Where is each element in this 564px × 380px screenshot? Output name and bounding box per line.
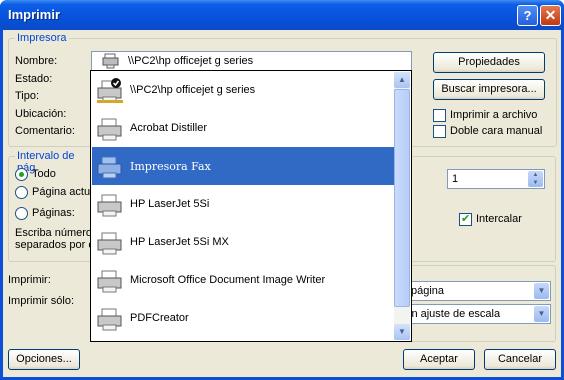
copies-value: 1	[452, 173, 459, 185]
location-label: Ubicación:	[15, 108, 67, 120]
print-only-label: Imprimir sólo:	[8, 295, 75, 307]
cancel-button[interactable]: Cancelar	[484, 349, 556, 370]
list-item[interactable]: Microsoft Office Document Image Writer	[92, 261, 395, 299]
scrollbar-thumb[interactable]	[394, 89, 410, 307]
range-hint-line2: separados por c	[15, 239, 94, 251]
printer-dropdown-list[interactable]: \\PC2\hp officejet g series Acrobat Dist…	[90, 70, 412, 342]
print-to-file-checkbox[interactable]	[433, 109, 446, 122]
chevron-down-icon[interactable]: ▼	[534, 283, 549, 299]
pages-per-sheet-combo[interactable]: página ▼	[407, 281, 551, 301]
dropdown-item-label: HP LaserJet 5Si MX	[130, 236, 229, 248]
printer-icon	[97, 308, 122, 331]
options-button[interactable]: Opciones...	[8, 349, 80, 370]
printer-icon	[97, 232, 122, 255]
properties-button-label: Propiedades	[458, 56, 520, 68]
range-pages-label: Páginas:	[32, 207, 75, 219]
find-printer-button[interactable]: Buscar impresora...	[433, 79, 545, 100]
range-hint-line1: Escriba números	[15, 227, 98, 239]
scale-value: in ajuste de escala	[409, 308, 501, 320]
printer-group-legend: Impresora	[15, 32, 69, 44]
comment-label: Comentario:	[15, 125, 75, 137]
collate-label: Intercalar	[476, 213, 522, 225]
dropdown-item-label: HP LaserJet 5Si	[130, 198, 210, 210]
dropdown-item-label: Impresora Fax	[130, 160, 211, 173]
collate-checkbox[interactable]	[459, 212, 472, 226]
manual-duplex-checkbox[interactable]	[433, 125, 446, 138]
range-pages-radio[interactable]	[15, 207, 28, 220]
properties-button[interactable]: Propiedades	[433, 52, 545, 73]
dropdown-scrollbar[interactable]: ▲ ▼	[394, 72, 410, 340]
cancel-button-label: Cancelar	[497, 353, 543, 365]
network-default-printer-icon	[97, 78, 123, 103]
pages-per-sheet-value: página	[411, 285, 445, 297]
help-button[interactable]: ?	[517, 5, 538, 26]
dropdown-item-label: \\PC2\hp officejet g series	[130, 84, 256, 96]
list-item[interactable]: HP LaserJet 5Si MX	[92, 223, 395, 261]
window-title: Imprimir	[8, 7, 61, 22]
print-what-label: Imprimir:	[8, 274, 51, 286]
manual-duplex-label: Doble cara manual	[450, 125, 543, 137]
type-label: Tipo:	[15, 90, 40, 102]
chevron-down-icon[interactable]: ▼	[534, 306, 549, 322]
printer-icon	[97, 118, 122, 141]
print-dialog: Imprimir ? ✕ Impresora Nombre: Estado: T…	[0, 0, 564, 380]
list-item[interactable]: \\PC2\hp officejet g series	[92, 71, 395, 109]
fax-printer-icon	[97, 156, 122, 179]
list-item-selected[interactable]: Impresora Fax	[92, 147, 395, 185]
status-label: Estado:	[15, 73, 53, 85]
scale-combo[interactable]: in ajuste de escala ▼	[407, 304, 551, 324]
dropdown-item-label: Acrobat Distiller	[130, 122, 208, 134]
accept-button[interactable]: Aceptar	[403, 349, 475, 370]
dialog-body: Impresora Nombre: Estado: Tipo: Ubicació…	[3, 30, 561, 377]
range-all-label: Todo	[32, 168, 56, 180]
printer-icon	[97, 270, 122, 293]
name-label: Nombre:	[15, 55, 58, 67]
spin-up-icon[interactable]: ▲	[528, 171, 543, 179]
copies-spin-buttons[interactable]: ▲ ▼	[528, 171, 543, 187]
printer-name-value: \\PC2\hp officejet g series	[128, 55, 254, 67]
list-item[interactable]: HP LaserJet 5Si	[92, 185, 395, 223]
print-to-file-label: Imprimir a archivo	[450, 109, 538, 121]
options-button-label: Opciones...	[16, 353, 72, 365]
dropdown-item-label: Microsoft Office Document Image Writer	[130, 274, 326, 286]
title-bar[interactable]: Imprimir ? ✕	[0, 0, 564, 30]
scroll-down-icon[interactable]: ▼	[394, 324, 410, 340]
range-current-radio[interactable]	[15, 186, 28, 199]
range-all-radio[interactable]	[15, 168, 28, 181]
find-printer-button-label: Buscar impresora...	[441, 83, 537, 95]
list-item[interactable]: PDFCreator	[92, 299, 395, 337]
printer-name-combo[interactable]: \\PC2\hp officejet g series	[91, 51, 412, 71]
range-current-label: Página actu	[32, 186, 91, 198]
spin-down-icon[interactable]: ▼	[528, 179, 543, 187]
accept-button-label: Aceptar	[420, 353, 458, 365]
list-item[interactable]: Acrobat Distiller	[92, 109, 395, 147]
close-button[interactable]: ✕	[540, 5, 561, 26]
dropdown-item-label: PDFCreator	[130, 312, 189, 324]
network-printer-icon	[102, 53, 119, 69]
copies-spinner[interactable]: 1 ▲ ▼	[447, 169, 545, 189]
printer-icon	[97, 194, 122, 217]
scroll-up-icon[interactable]: ▲	[394, 72, 410, 88]
